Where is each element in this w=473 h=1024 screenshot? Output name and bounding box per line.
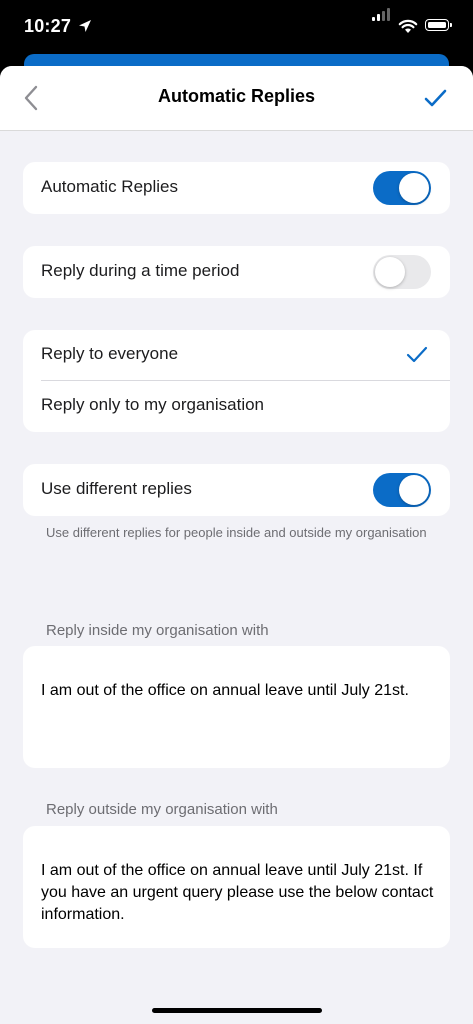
toggle-knob	[399, 173, 429, 203]
battery-icon	[425, 19, 452, 31]
inside-reply-text[interactable]: I am out of the office on annual leave u…	[41, 680, 436, 702]
page-title: Automatic Replies	[157, 86, 316, 106]
different-replies-row: Use different replies	[23, 464, 450, 516]
navigation-bar: Automatic Replies	[0, 66, 473, 131]
automatic-replies-toggle[interactable]	[373, 171, 431, 205]
toggle-knob	[399, 475, 429, 505]
automatic-replies-sheet: Automatic Replies Automatic Replies Repl…	[0, 66, 473, 1024]
outside-reply-header: Reply outside my organisation with	[46, 801, 278, 818]
option-label: Reply to everyone	[41, 344, 179, 363]
different-replies-label: Use different replies	[41, 479, 192, 498]
inside-reply-header: Reply inside my organisation with	[46, 622, 269, 639]
status-time: 10:27	[24, 16, 72, 36]
wifi-icon	[398, 19, 418, 33]
time-period-label: Reply during a time period	[41, 261, 240, 280]
checkmark-icon	[406, 346, 428, 363]
toggle-knob	[375, 257, 405, 287]
checkmark-icon[interactable]	[420, 84, 450, 112]
time-period-toggle[interactable]	[373, 255, 431, 289]
different-replies-footnote: Use different replies for people inside …	[46, 525, 427, 540]
automatic-replies-row: Automatic Replies	[23, 162, 450, 214]
option-label: Reply only to my organisation	[41, 395, 265, 414]
status-bar: 10:27	[0, 0, 473, 56]
inside-reply-field[interactable]: I am out of the office on annual leave u…	[23, 646, 450, 768]
home-indicator	[152, 1008, 322, 1013]
time-period-row: Reply during a time period	[23, 246, 450, 298]
option-reply-only-organisation[interactable]: Reply only to my organisation	[23, 381, 450, 432]
audience-group: Reply to everyone Reply only to my organ…	[23, 330, 450, 432]
outside-reply-text[interactable]: I am out of the office on annual leave u…	[41, 860, 436, 926]
different-replies-toggle[interactable]	[373, 473, 431, 507]
location-arrow-icon	[79, 20, 91, 32]
option-reply-to-everyone[interactable]: Reply to everyone	[23, 330, 450, 380]
outside-reply-field[interactable]: I am out of the office on annual leave u…	[23, 826, 450, 948]
automatic-replies-label: Automatic Replies	[41, 177, 179, 196]
